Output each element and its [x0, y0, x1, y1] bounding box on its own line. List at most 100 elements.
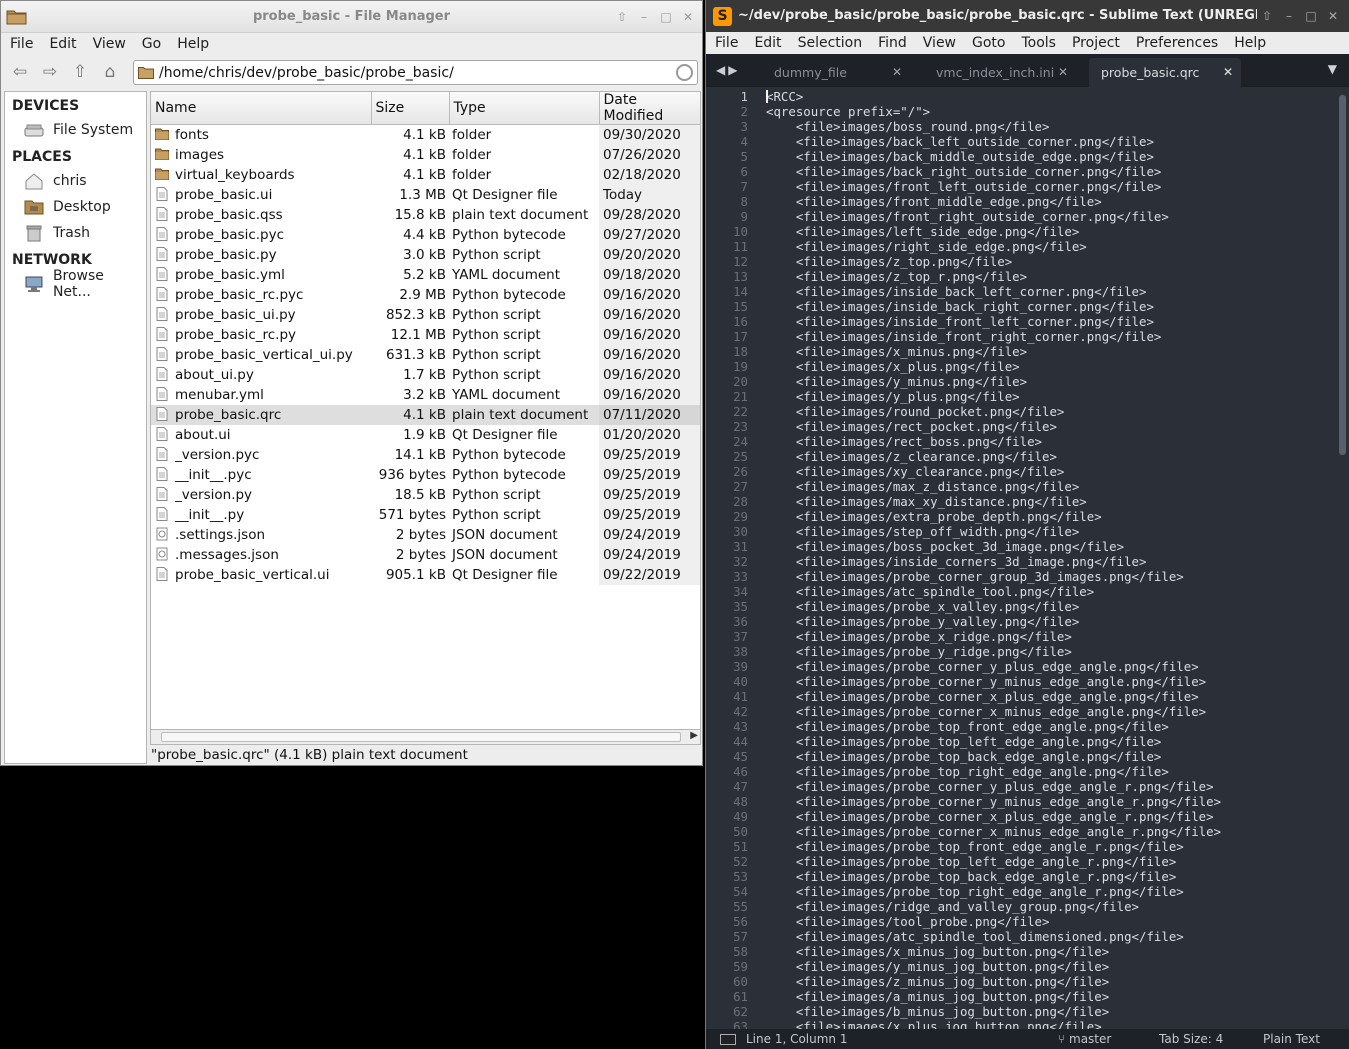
file-name-cell[interactable]: virtual_keyboards	[151, 165, 371, 185]
code-line[interactable]: <file>images/probe_top_left_edge_angle.p…	[766, 734, 1221, 749]
tab-nav-arrows-icon[interactable]: ◀▶	[716, 63, 740, 77]
menu-selection[interactable]: Selection	[793, 35, 868, 51]
code-line[interactable]: <file>images/probe_corner_x_minus_edge_a…	[766, 824, 1221, 839]
file-name-cell[interactable]: probe_basic.ui	[151, 185, 371, 205]
code-line[interactable]: <file>images/rect_boss.png</file>	[766, 434, 1221, 449]
column-header-name[interactable]: Name	[151, 92, 372, 125]
code-line[interactable]: <file>images/boss_round.png</file>	[766, 119, 1221, 134]
code-line[interactable]: <file>images/y_minus.png</file>	[766, 374, 1221, 389]
file-name-cell[interactable]: probe_basic_vertical_ui.py	[151, 345, 371, 365]
table-row[interactable]: probe_basic.pyc 4.4 kB Python bytecode 09/2…	[151, 224, 700, 245]
sidebar-item-trash[interactable]: Trash	[5, 220, 146, 246]
code-line[interactable]: <file>images/inside_back_left_corner.png…	[766, 284, 1221, 299]
code-line[interactable]: <file>images/x_plus_jog_button.png</file…	[766, 1019, 1221, 1029]
scrollbar-thumb[interactable]	[161, 732, 681, 742]
code-text[interactable]: <RCC> <qresource prefix="/"> <file>images…	[766, 89, 1221, 1029]
tab-vmc-index-inch[interactable]: vmc_index_inch.ini ✕	[924, 58, 1076, 87]
forward-icon[interactable]: ⇨	[37, 59, 63, 85]
code-line[interactable]: <file>images/extra_probe_depth.png</file…	[766, 509, 1221, 524]
code-line[interactable]: <file>images/ridge_and_valley_group.png<…	[766, 899, 1221, 914]
code-line[interactable]: <file>images/probe_x_ridge.png</file>	[766, 629, 1221, 644]
code-line[interactable]: <file>images/inside_front_left_corner.pn…	[766, 314, 1221, 329]
location-bar[interactable]: /home/chris/dev/probe_basic/probe_basic/	[133, 60, 698, 85]
minimize-icon[interactable]: –	[636, 9, 652, 25]
code-line[interactable]: <qresource prefix="/">	[766, 104, 1221, 119]
scroll-right-icon[interactable]: ▶	[690, 730, 698, 741]
keep-above-icon[interactable]: ⇧	[1257, 7, 1277, 25]
tab-size[interactable]: Tab Size: 4	[1159, 1029, 1223, 1049]
menu-help[interactable]: Help	[1229, 35, 1271, 51]
file-name-cell[interactable]: .messages.json	[151, 545, 371, 565]
column-header-type[interactable]: Type	[449, 92, 600, 125]
table-row[interactable]: __init__.pyc 936 bytes Python bytecode 09/2…	[151, 464, 700, 485]
table-row[interactable]: fonts 4.1 kB folder 09/30/2020	[151, 124, 700, 145]
panel-toggle-icon[interactable]	[720, 1034, 736, 1045]
code-line[interactable]: <file>images/y_plus.png</file>	[766, 389, 1221, 404]
code-editor[interactable]: 1 2 3 4 5 6 7 8 9 10 11 12 13 14 15 16 17 18 19 20 21 22 23 24 2…	[706, 89, 1338, 1029]
code-line[interactable]: <file>images/probe_top_right_edge_angle.…	[766, 764, 1221, 779]
sidebar-item-home[interactable]: chris	[5, 168, 146, 194]
table-row[interactable]: .settings.json 2 bytes JSON document 09/24/…	[151, 524, 700, 545]
code-line[interactable]: <file>images/front_right_outside_corner.…	[766, 209, 1221, 224]
code-line[interactable]: <file>images/probe_corner_y_minus_edge_a…	[766, 794, 1221, 809]
table-row[interactable]: about_ui.py 1.7 kB Python script 09/16/2020	[151, 364, 700, 385]
code-line[interactable]: <file>images/left_side_edge.png</file>	[766, 224, 1221, 239]
code-line[interactable]: <file>images/probe_y_valley.png</file>	[766, 614, 1221, 629]
menu-goto[interactable]: Goto	[967, 35, 1010, 51]
code-line[interactable]: <file>images/rect_pocket.png</file>	[766, 419, 1221, 434]
code-line[interactable]: <file>images/max_xy_distance.png</file>	[766, 494, 1221, 509]
code-line[interactable]: <file>images/z_minus_jog_button.png</fil…	[766, 974, 1221, 989]
vertical-scrollbar-thumb[interactable]	[1339, 95, 1346, 455]
file-name-cell[interactable]: about.ui	[151, 425, 371, 445]
code-line[interactable]: <file>images/b_minus_jog_button.png</fil…	[766, 1004, 1221, 1019]
sidebar-item-file-system[interactable]: File System	[5, 117, 146, 143]
menu-view[interactable]: View	[88, 36, 131, 52]
file-name-cell[interactable]: .settings.json	[151, 525, 371, 545]
st-titlebar[interactable]: S ~/dev/probe_basic/probe_basic/probe_ba…	[706, 0, 1349, 32]
menu-file[interactable]: File	[710, 35, 743, 51]
table-row[interactable]: probe_basic.py 3.0 kB Python script 09/20/2…	[151, 244, 700, 265]
file-name-cell[interactable]: probe_basic_rc.pyc	[151, 285, 371, 305]
code-line[interactable]: <file>images/step_off_width.png</file>	[766, 524, 1221, 539]
code-line[interactable]: <file>images/probe_top_right_edge_angle_…	[766, 884, 1221, 899]
maximize-icon[interactable]: □	[1301, 7, 1321, 25]
code-line[interactable]: <file>images/inside_back_right_corner.pn…	[766, 299, 1221, 314]
menu-edit[interactable]: Edit	[749, 35, 786, 51]
code-line[interactable]: <RCC>	[766, 89, 1221, 104]
code-line[interactable]: <file>images/back_right_outside_corner.p…	[766, 164, 1221, 179]
code-line[interactable]: <file>images/tool_probe.png</file>	[766, 914, 1221, 929]
table-row[interactable]: _version.py 18.5 kB Python script 09/25/201…	[151, 484, 700, 505]
keep-above-icon[interactable]: ⇧	[614, 9, 630, 25]
menu-find[interactable]: Find	[873, 35, 912, 51]
code-line[interactable]: <file>images/probe_y_ridge.png</file>	[766, 644, 1221, 659]
code-line[interactable]: <file>images/probe_top_back_edge_angle_r…	[766, 869, 1221, 884]
close-icon[interactable]: ✕	[680, 9, 696, 25]
code-line[interactable]: <file>images/z_top.png</file>	[766, 254, 1221, 269]
table-row[interactable]: .messages.json 2 bytes JSON document 09/24/…	[151, 544, 700, 565]
menu-go[interactable]: Go	[137, 36, 166, 52]
code-line[interactable]: <file>images/x_minus.png</file>	[766, 344, 1221, 359]
maximize-icon[interactable]: □	[658, 9, 674, 25]
file-name-cell[interactable]: probe_basic.qss	[151, 205, 371, 225]
menu-project[interactable]: Project	[1067, 35, 1125, 51]
table-row[interactable]: probe_basic_rc.pyc 2.9 MB Python bytecode 0…	[151, 284, 700, 305]
git-branch[interactable]: ⑂ master	[1058, 1029, 1111, 1049]
reload-icon[interactable]	[676, 64, 693, 81]
file-name-cell[interactable]: _version.pyc	[151, 445, 371, 465]
file-name-cell[interactable]: about_ui.py	[151, 365, 371, 385]
code-line[interactable]: <file>images/atc_spindle_tool.png</file>	[766, 584, 1221, 599]
code-line[interactable]: <file>images/a_minus_jog_button.png</fil…	[766, 989, 1221, 1004]
code-line[interactable]: <file>images/probe_corner_y_plus_edge_an…	[766, 779, 1221, 794]
close-tab-icon[interactable]: ✕	[892, 58, 902, 87]
code-line[interactable]: <file>images/back_left_outside_corner.pn…	[766, 134, 1221, 149]
code-line[interactable]: <file>images/round_pocket.png</file>	[766, 404, 1221, 419]
table-row[interactable]: probe_basic.qss 15.8 kB plain text documen…	[151, 204, 700, 225]
file-name-cell[interactable]: probe_basic_ui.py	[151, 305, 371, 325]
column-header-size[interactable]: Size	[371, 92, 450, 125]
code-line[interactable]: <file>images/probe_corner_x_plus_edge_an…	[766, 809, 1221, 824]
file-name-cell[interactable]: probe_basic.py	[151, 245, 371, 265]
code-line[interactable]: <file>images/probe_top_front_edge_angle.…	[766, 719, 1221, 734]
back-icon[interactable]: ⇦	[7, 59, 33, 85]
sidebar-item-desktop[interactable]: Desktop	[5, 194, 146, 220]
table-row[interactable]: probe_basic.ui 1.3 MB Qt Designer file Toda…	[151, 184, 700, 205]
